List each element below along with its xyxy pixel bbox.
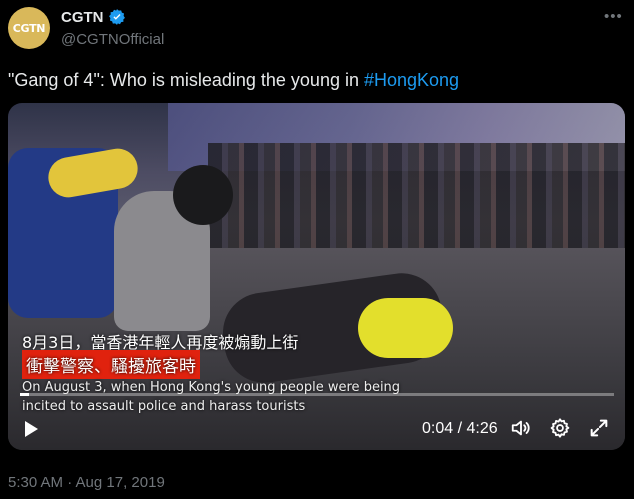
video-player[interactable]: 8月3日，當香港年輕人再度被煽動上街 衝擊警察、騷擾旅客時 On August …	[8, 103, 625, 450]
verified-badge-icon	[108, 9, 125, 25]
video-progress-bar[interactable]	[20, 393, 614, 396]
video-time-display: 0:04 / 4:26	[422, 420, 498, 437]
author-name[interactable]: CGTN	[61, 9, 104, 26]
tweet-text: "Gang of 4": Who is misleading the young…	[8, 70, 459, 91]
video-frame	[8, 103, 625, 450]
avatar[interactable]: CGTN	[8, 7, 50, 49]
fullscreen-icon[interactable]	[588, 417, 610, 439]
author-handle[interactable]: @CGTNOfficial	[61, 31, 164, 48]
subtitle-zh-line2: 衝擊警察、騷擾旅客時	[22, 350, 200, 379]
gear-icon[interactable]	[549, 417, 571, 439]
author-name-row[interactable]: CGTN	[61, 8, 126, 26]
tweet-text-body: "Gang of 4": Who is misleading the young…	[8, 70, 364, 90]
video-controls: 0:04 / 4:26	[8, 408, 625, 450]
tweet-timestamp[interactable]: 5:30 AM · Aug 17, 2019	[8, 474, 165, 491]
hashtag-link[interactable]: #HongKong	[364, 70, 459, 90]
play-icon[interactable]	[22, 420, 40, 438]
more-horizontal-icon[interactable]: •••	[604, 8, 623, 25]
volume-icon[interactable]	[510, 417, 532, 439]
video-progress-fill	[20, 393, 29, 396]
avatar-logo-text: CGTN	[12, 21, 46, 35]
